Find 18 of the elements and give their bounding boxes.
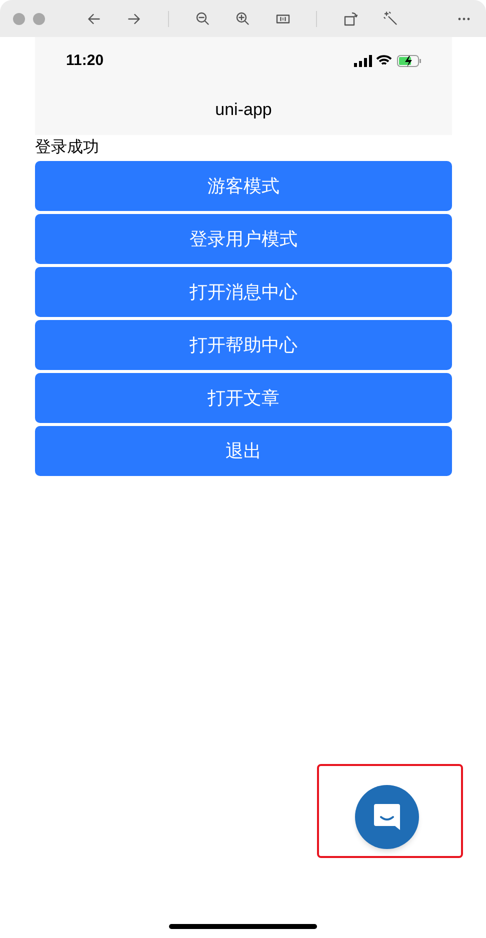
chat-button[interactable] bbox=[355, 785, 419, 849]
action-button[interactable]: 打开文章 bbox=[35, 373, 452, 423]
zoom-in-icon[interactable] bbox=[234, 10, 252, 28]
status-time: 11:20 bbox=[66, 50, 104, 71]
nav-title: uni-app bbox=[215, 99, 272, 122]
status-message: 登录成功 bbox=[35, 138, 100, 158]
action-button[interactable]: 打开消息中心 bbox=[35, 267, 452, 317]
rotate-icon[interactable] bbox=[342, 10, 360, 28]
zoom-out-icon[interactable] bbox=[194, 10, 212, 28]
chat-bubble-icon bbox=[372, 802, 402, 832]
wifi-icon bbox=[376, 55, 392, 67]
action-button[interactable]: 游客模式 bbox=[35, 161, 452, 211]
action-button[interactable]: 打开帮助中心 bbox=[35, 320, 452, 370]
battery-charging-icon bbox=[397, 55, 421, 67]
action-button[interactable]: 退出 bbox=[35, 426, 452, 476]
action-button[interactable]: 登录用户模式 bbox=[35, 214, 452, 264]
signal-icon bbox=[354, 55, 372, 67]
magic-wand-icon[interactable] bbox=[382, 10, 400, 28]
